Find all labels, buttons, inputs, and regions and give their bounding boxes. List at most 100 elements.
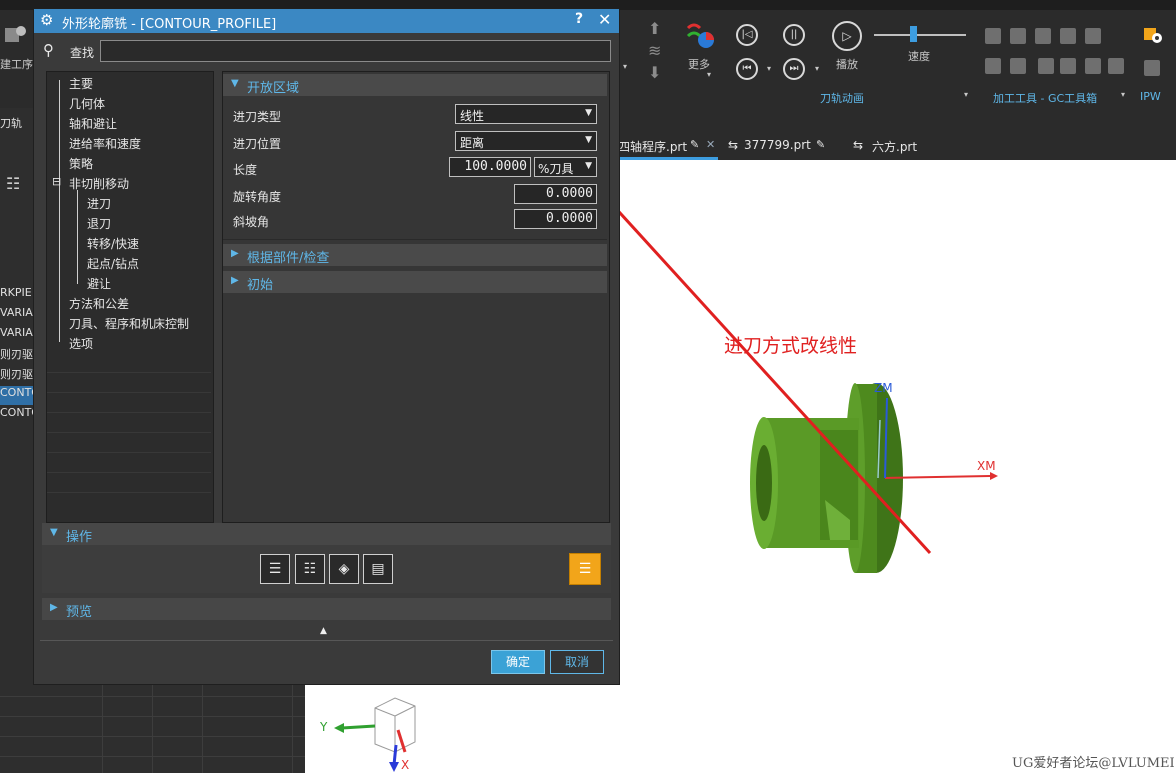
tree-item-method-tolerance[interactable]: 方法和公差 — [69, 295, 129, 312]
tab-four-axis[interactable]: 四轴程序.prt — [618, 138, 687, 155]
cancel-button[interactable]: 取消 — [550, 650, 604, 674]
collapse-triangle-icon: ▼ — [231, 78, 239, 89]
triad-x-label: X — [401, 758, 410, 772]
ipw-icon[interactable] — [1142, 24, 1164, 46]
tool-icon-3[interactable] — [1035, 28, 1051, 44]
speed-slider-thumb[interactable] — [910, 26, 917, 42]
move-arrows-icon[interactable]: ⬆ ≋ ⬇ — [648, 18, 661, 84]
ok-button[interactable]: 确定 — [491, 650, 545, 674]
ramp-angle-label: 斜坡角 — [233, 215, 270, 229]
section-initial[interactable]: ▶ 初始 — [223, 271, 607, 293]
length-input[interactable]: 100.0000 — [449, 157, 531, 177]
tree-item-non-cutting[interactable]: 非切削移动 — [69, 175, 129, 192]
tree-item-engage[interactable]: 进刀 — [87, 195, 111, 212]
create-operation-button[interactable] — [2, 22, 28, 48]
rewind-dropdown-icon[interactable]: ▾ — [767, 64, 771, 73]
group-tools-dropdown-icon[interactable]: ▾ — [1121, 90, 1125, 99]
step-back-icon[interactable]: |◁ — [736, 24, 758, 46]
tree-item-tool-machine[interactable]: 刀具、程序和机床控制 — [69, 315, 189, 332]
tree-collapse-icon[interactable]: ⊟ — [52, 175, 61, 188]
tree-guide — [59, 80, 60, 342]
dialog-title-bar[interactable]: ⚙ 外形轮廓铣 - [CONTOUR_PROFILE] ? ✕ — [34, 9, 619, 33]
navigator-row[interactable]: VARIA — [0, 306, 36, 325]
tree-item-strategy[interactable]: 策略 — [69, 155, 93, 172]
chevron-down-icon: ▼ — [585, 135, 592, 145]
watermark-text: UG爱好者论坛@LVLUMEI — [1012, 756, 1175, 771]
navigator-row-selected[interactable]: CONTO — [0, 386, 36, 405]
left-dropdown-icon[interactable]: ▾ — [623, 62, 627, 71]
navigator-row[interactable]: CONTO — [0, 406, 36, 425]
engage-position-select[interactable]: 距离 ▼ — [455, 131, 597, 151]
replay-toolpath-icon[interactable]: ☷ — [295, 554, 325, 584]
tree-item-main[interactable]: 主要 — [69, 75, 93, 92]
tool-icon-11[interactable] — [1108, 58, 1124, 74]
tab-hex[interactable]: 六方.prt — [872, 138, 917, 155]
grid-line — [102, 685, 103, 773]
pause-icon[interactable]: || — [783, 24, 805, 46]
length-unit-select[interactable]: %刀具 ▼ — [534, 157, 597, 177]
play-label[interactable]: 播放 — [836, 56, 858, 72]
rotation-angle-input[interactable]: 0.0000 — [514, 184, 597, 204]
chevron-down-icon: ▼ — [585, 108, 592, 118]
section-open-region[interactable]: ▼ 开放区域 — [223, 74, 607, 96]
navigator-header: 刀轨 — [0, 117, 22, 130]
forward-dropdown-icon[interactable]: ▾ — [815, 64, 819, 73]
tool-icon-5[interactable] — [1085, 28, 1101, 44]
rewind-icon[interactable]: ⏮ — [736, 58, 758, 80]
tool-icon-8[interactable] — [1038, 58, 1054, 74]
more-color-icon[interactable] — [684, 20, 716, 55]
tree-item-feeds[interactable]: 进给率和速度 — [69, 135, 141, 152]
section-operations[interactable]: ▼ 操作 — [42, 523, 611, 545]
collapse-triangle-icon: ▼ — [50, 527, 58, 538]
tree-item-transfer[interactable]: 转移/快速 — [87, 235, 139, 252]
verify-toolpath-icon[interactable]: ◈ — [329, 554, 359, 584]
generate-toolpath-icon[interactable]: ☰ — [260, 554, 290, 584]
expand-triangle-icon: ▶ — [50, 602, 58, 613]
generate-program-icon[interactable]: ☰ — [569, 553, 601, 585]
tab-377799[interactable]: 377799.prt — [744, 138, 811, 152]
section-part-check[interactable]: ▶ 根据部件/检查 — [223, 244, 607, 266]
engage-type-label: 进刀类型 — [233, 110, 282, 124]
tree-item-start-drill[interactable]: 起点/钻点 — [87, 255, 139, 272]
tool-icon-1[interactable] — [985, 28, 1001, 44]
tree-item-geometry[interactable]: 几何体 — [69, 95, 105, 112]
tree-item-axis-avoid[interactable]: 轴和避让 — [69, 115, 117, 132]
tree-item-options[interactable]: 选项 — [69, 335, 93, 352]
tree-item-retract[interactable]: 退刀 — [87, 215, 111, 232]
section-preview[interactable]: ▶ 预览 — [42, 598, 611, 620]
tool-icon-9[interactable] — [1060, 58, 1076, 74]
engage-type-select[interactable]: 线性 ▼ — [455, 104, 597, 124]
group-animation-title: 刀轨动画 — [820, 92, 864, 105]
forward-icon[interactable]: ⏭ — [783, 58, 805, 80]
dialog-title: 外形轮廓铣 - [CONTOUR_PROFILE] — [62, 17, 277, 32]
operations-area — [42, 545, 611, 593]
tool-icon-6[interactable] — [985, 58, 1001, 74]
play-icon[interactable]: ▷ — [832, 21, 862, 51]
tab-four-axis-edit-icon[interactable]: ✎ — [690, 138, 699, 151]
ramp-angle-input[interactable]: 0.0000 — [514, 209, 597, 229]
tab-377799-edit-icon[interactable]: ✎ — [816, 138, 825, 151]
find-input[interactable] — [100, 40, 611, 62]
tree-item-avoidance[interactable]: 避让 — [87, 275, 111, 292]
grid-line — [152, 685, 153, 773]
tool-icon-2[interactable] — [1010, 28, 1026, 44]
rotation-angle-label: 旋转角度 — [233, 190, 282, 204]
navigator-settings-icon[interactable]: ☷ — [6, 174, 20, 193]
group-animation-dropdown-icon[interactable]: ▾ — [964, 90, 968, 99]
tool-icon-4[interactable] — [1060, 28, 1076, 44]
ipw-icon-2[interactable] — [1144, 60, 1160, 76]
tool-icon-10[interactable] — [1085, 58, 1101, 74]
speed-slider-track[interactable] — [874, 34, 966, 36]
help-icon[interactable]: ? — [575, 11, 583, 27]
tool-icon-7[interactable] — [1010, 58, 1026, 74]
list-toolpath-icon[interactable]: ▤ — [363, 554, 393, 584]
more-dropdown-icon[interactable]: ▾ — [707, 70, 711, 79]
collapse-caret-icon[interactable]: ▲ — [320, 626, 327, 636]
navigator-row[interactable]: 则刃驱 — [0, 366, 36, 385]
navigator-row[interactable]: 则刃驱 — [0, 346, 36, 365]
close-icon[interactable]: ✕ — [598, 10, 611, 29]
navigator-row[interactable]: VARIA — [0, 326, 36, 345]
tab-four-axis-close-icon[interactable]: ✕ — [706, 138, 715, 151]
navigator-row[interactable]: RKPIE — [0, 286, 36, 305]
tree-guide — [77, 190, 78, 284]
